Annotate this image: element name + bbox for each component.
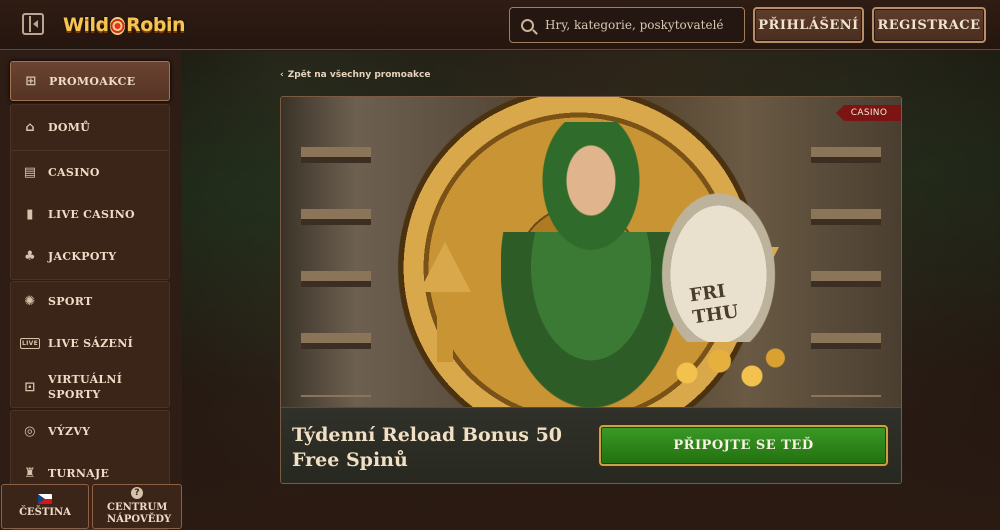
- main-content: ‹ Zpět na všechny promoakce FRI THU CASIN…: [182, 51, 1000, 530]
- cards-icon: ▮: [26, 206, 34, 222]
- vault-bolts-left: [301, 117, 371, 397]
- vault-bolts-right: [811, 117, 881, 397]
- search-input[interactable]: Hry, kategorie, poskytovatelé: [509, 7, 745, 43]
- live-icon: LIVE: [20, 337, 40, 349]
- gift-icon: ⊞: [25, 73, 37, 89]
- target-icon: ◎: [24, 423, 36, 439]
- clover-icon: ♣: [24, 248, 36, 264]
- sidebar-item-virtualni-sporty[interactable]: ⊡ VIRTUÁLNÍ SPORTY: [10, 366, 170, 408]
- arrow-up-icon: [437, 292, 453, 362]
- help-center-button[interactable]: ? CENTRUM NÁPOVĚDY: [92, 484, 182, 529]
- sack-label: FRI THU: [688, 280, 740, 329]
- sidebar-item-live-casino[interactable]: ▮ LIVE CASINO: [10, 194, 170, 234]
- gold-coins: [661, 337, 791, 397]
- help-icon: ?: [131, 487, 143, 499]
- target-icon: [109, 17, 126, 35]
- chevron-left-icon: ‹: [280, 70, 284, 80]
- home-icon: ⌂: [25, 119, 35, 135]
- slot-machine-icon: ▤: [23, 164, 37, 180]
- help-label: CENTRUM NÁPOVĚDY: [107, 502, 172, 525]
- search-placeholder: Hry, kategorie, poskytovatelé: [545, 18, 724, 32]
- language-label: ČEŠTINA: [19, 507, 71, 518]
- sidebar-item-promoakce[interactable]: ⊞ PROMOAKCE: [10, 61, 170, 101]
- language-button[interactable]: ČEŠTINA: [1, 484, 89, 529]
- sidebar-item-live-sazeni[interactable]: LIVE LIVE SÁZENÍ: [10, 323, 170, 363]
- join-now-button[interactable]: PŘIPOJTE SE TEĎ: [599, 425, 888, 466]
- collapse-sidebar-icon[interactable]: [22, 13, 44, 35]
- trophy-icon: ♜: [24, 465, 36, 481]
- sidebar-item-sport[interactable]: ✺ SPORT: [10, 281, 170, 321]
- czech-flag-icon: [38, 494, 52, 504]
- promo-card: FRI THU CASINO Týdenní Reload Bonus 50 F…: [280, 96, 902, 484]
- sidebar-item-vyzvy[interactable]: ◎ VÝZVY: [10, 411, 170, 451]
- logo[interactable]: Wild Robin: [63, 8, 185, 42]
- promo-title: Týdenní Reload Bonus 50 Free Spinů: [292, 424, 563, 471]
- sidebar-item-casino[interactable]: ▤ CASINO: [10, 152, 170, 192]
- top-bar: Wild Robin Hry, kategorie, poskytovatelé…: [0, 0, 1000, 50]
- arrow-up-head: [419, 242, 471, 292]
- back-to-promotions-link[interactable]: ‹ Zpět na všechny promoakce: [280, 70, 430, 80]
- sidebar: ⊞ PROMOAKCE ⌂ DOMŮ ▤ CASINO ▮ LIVE CASIN…: [0, 51, 182, 530]
- sidebar-item-jackpoty[interactable]: ♣ JACKPOTY: [10, 236, 170, 276]
- category-badge: CASINO: [836, 105, 901, 121]
- soccer-ball-icon: ✺: [24, 293, 36, 309]
- virtual-sports-icon: ⊡: [24, 379, 36, 395]
- search-icon: [521, 18, 534, 32]
- register-button[interactable]: REGISTRACE: [872, 7, 986, 43]
- promo-hero-image: FRI THU: [281, 97, 901, 407]
- promo-footer: Týdenní Reload Bonus 50 Free Spinů PŘIPO…: [281, 407, 901, 483]
- login-button[interactable]: PŘIHLÁŠENÍ: [753, 7, 864, 43]
- sidebar-item-domu[interactable]: ⌂ DOMŮ: [10, 107, 170, 147]
